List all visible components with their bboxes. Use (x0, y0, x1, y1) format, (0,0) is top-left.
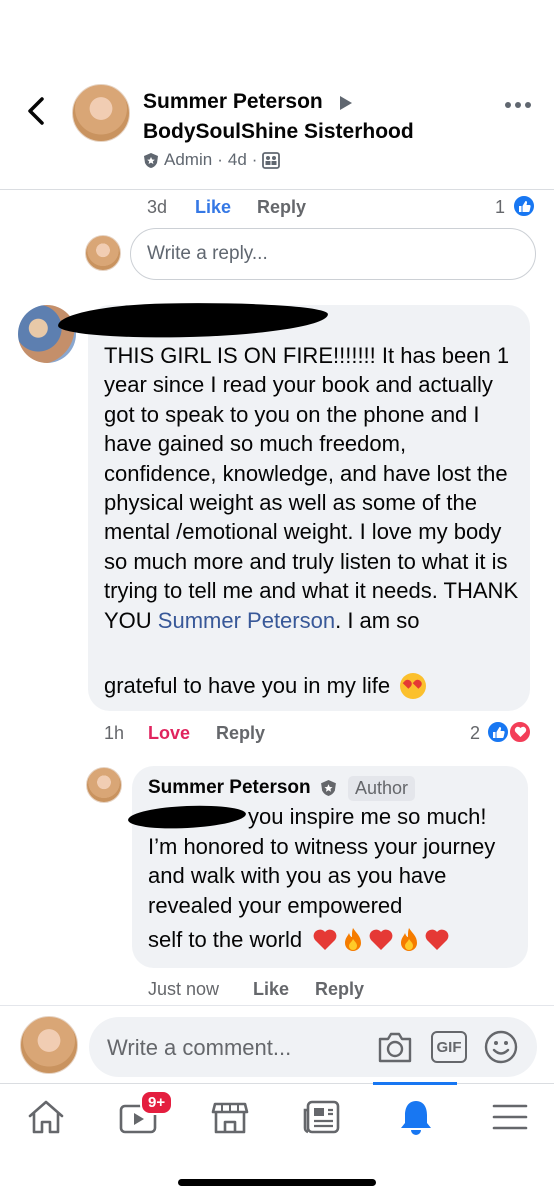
bell-icon[interactable] (396, 1098, 436, 1136)
heart-emoji-icon (425, 929, 449, 950)
reply-last-line: self to the world (148, 927, 450, 953)
post-age[interactable]: 4d (228, 150, 247, 170)
header-divider (0, 189, 554, 190)
reply-button[interactable]: Reply (315, 979, 364, 1000)
heart-eyes-emoji-icon (400, 673, 427, 699)
group-name[interactable]: BodySoulShine Sisterhood (143, 120, 414, 144)
reply-button[interactable]: Reply (216, 723, 265, 744)
nav-divider (0, 1083, 554, 1084)
back-chevron-icon[interactable] (22, 96, 50, 126)
heart-emoji-icon (369, 929, 393, 950)
reply-author-name[interactable]: Summer Peterson (148, 777, 311, 799)
meta-separator: · (217, 150, 223, 169)
like-button[interactable]: Like (253, 979, 289, 1000)
mention-link[interactable]: Summer Peterson (158, 608, 335, 633)
camera-icon[interactable] (377, 1030, 413, 1064)
comment-time: 3d (147, 197, 168, 217)
group-icon (262, 151, 281, 169)
author-badge: Author (348, 776, 416, 801)
more-icon[interactable] (505, 102, 533, 118)
nav-active-indicator (373, 1082, 457, 1085)
fire-emoji-icon (345, 928, 362, 951)
like-reaction-icon[interactable] (486, 720, 510, 744)
reply-input[interactable]: Write a reply... (130, 228, 536, 280)
author-avatar[interactable] (72, 84, 130, 142)
gif-icon[interactable]: GIF (431, 1031, 467, 1063)
post-author-name[interactable]: Summer Peterson (143, 90, 323, 114)
reply-time: Just now (148, 979, 220, 999)
home-indicator[interactable] (178, 1179, 376, 1186)
like-reaction-icon[interactable] (512, 194, 536, 218)
current-user-avatar (20, 1016, 78, 1074)
commenter-avatar[interactable] (18, 305, 76, 363)
current-user-avatar (85, 235, 121, 271)
home-icon[interactable] (26, 1098, 66, 1136)
composer-divider (0, 1005, 554, 1006)
love-button[interactable]: Love (148, 723, 190, 744)
reply-button[interactable]: Reply (257, 197, 306, 218)
comment-last-line: grateful to have you in my life (104, 673, 427, 699)
arrow-right-icon (340, 96, 352, 110)
author-reply-avatar[interactable] (86, 767, 122, 803)
comment-time: 1h (104, 723, 125, 743)
notification-badge: 9+ (140, 1090, 174, 1115)
comment-body: THIS GIRL IS ON FIRE!!!!!!! It has been … (104, 343, 519, 633)
post-meta: Admin · 4d · (143, 150, 281, 170)
marketplace-icon[interactable] (210, 1098, 250, 1136)
smile-icon[interactable] (484, 1030, 518, 1064)
meta-separator: · (251, 150, 258, 169)
heart-emoji-icon (313, 929, 337, 950)
news-icon[interactable] (302, 1098, 342, 1136)
admin-label: Admin (164, 150, 213, 169)
reaction-count[interactable]: 2 (470, 723, 480, 744)
menu-icon[interactable] (490, 1098, 530, 1136)
shield-icon (144, 152, 158, 168)
fire-emoji-icon (401, 928, 418, 951)
love-reaction-icon[interactable] (508, 720, 532, 744)
comment-input[interactable]: Write a comment... (89, 1017, 537, 1077)
like-button[interactable]: Like (195, 197, 231, 218)
shield-icon (321, 780, 336, 796)
reaction-count[interactable]: 1 (495, 197, 505, 218)
